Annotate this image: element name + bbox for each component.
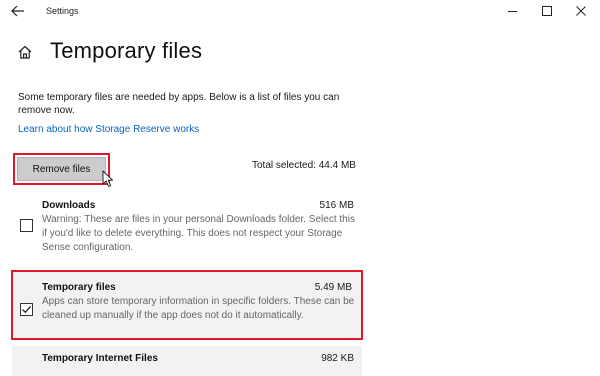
home-icon[interactable] <box>17 44 33 60</box>
item-title: Temporary Internet Files <box>42 353 158 364</box>
downloads-checkbox[interactable] <box>20 219 33 232</box>
item-size: 5.49 MB <box>314 282 352 293</box>
page-description: Some temporary files are needed by apps.… <box>18 92 340 116</box>
list-item-temporary-internet-files[interactable]: Temporary Internet Files 982 KB <box>12 346 362 376</box>
page-title: Temporary files <box>50 38 203 63</box>
item-description: Warning: These are files in your persona… <box>42 214 355 253</box>
item-description: Apps can store temporary information in … <box>42 296 355 321</box>
remove-files-button[interactable]: Remove files <box>17 157 106 181</box>
title-bar: Settings <box>0 0 600 24</box>
item-title: Temporary files <box>42 282 116 293</box>
checkmark-icon <box>22 306 31 314</box>
storage-reserve-link[interactable]: Learn about how Storage Reserve works <box>18 124 199 135</box>
temporary-files-checkbox[interactable] <box>20 303 33 316</box>
minimize-icon[interactable] <box>503 3 523 19</box>
back-arrow-icon[interactable] <box>9 3 27 19</box>
list-item-downloads[interactable]: Downloads 516 MB Warning: These are file… <box>12 200 362 258</box>
item-size: 982 KB <box>321 353 354 364</box>
close-icon[interactable] <box>571 3 591 19</box>
window-title: Settings <box>46 6 79 16</box>
maximize-icon[interactable] <box>537 3 557 19</box>
mouse-cursor-icon <box>102 170 113 187</box>
total-selected: Total selected: 44.4 MB <box>252 160 356 171</box>
item-size: 516 MB <box>319 200 354 211</box>
item-title: Downloads <box>42 200 96 211</box>
list-item-temporary-files[interactable]: Temporary files 5.49 MB Apps can store t… <box>11 270 363 340</box>
